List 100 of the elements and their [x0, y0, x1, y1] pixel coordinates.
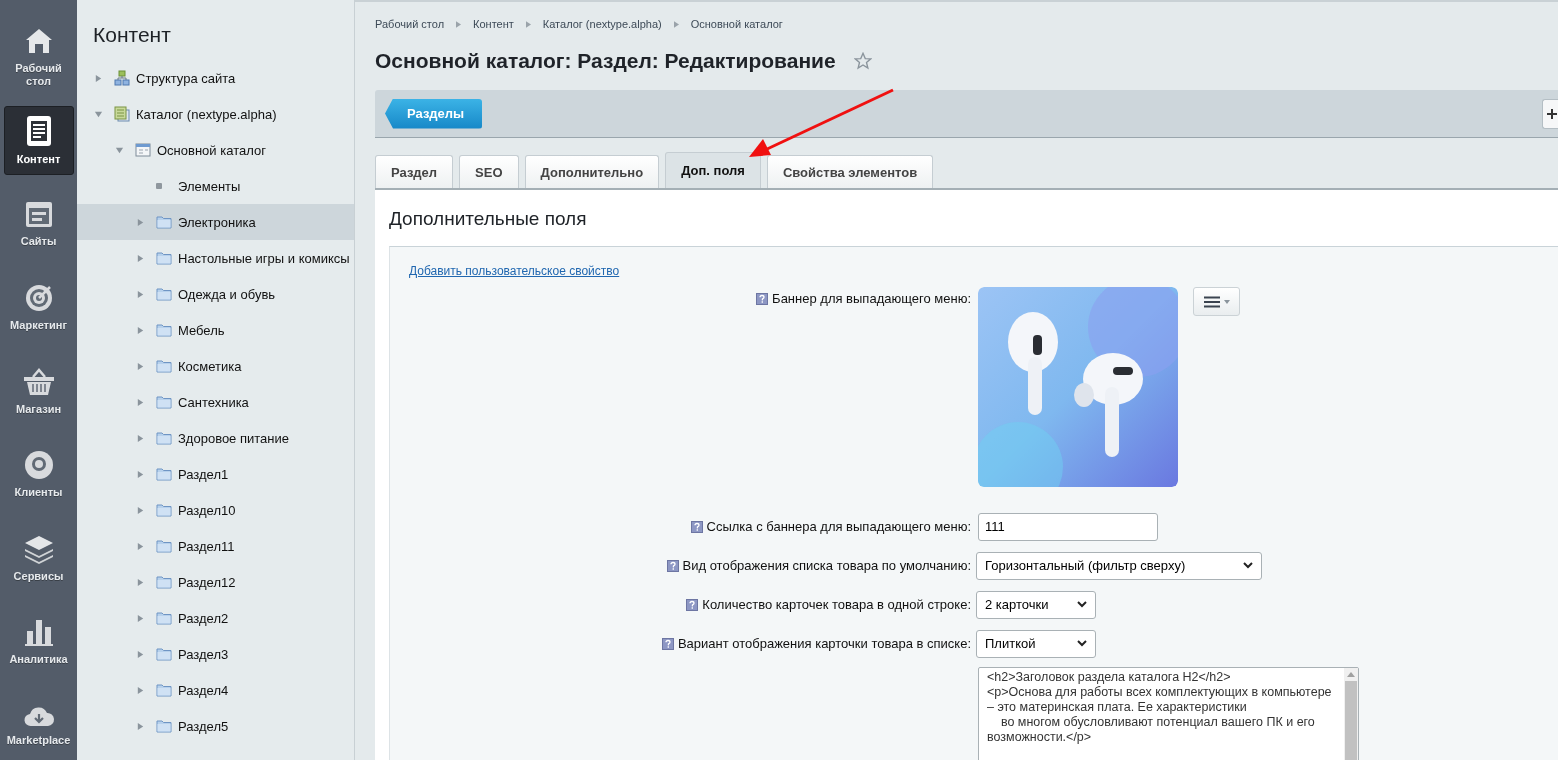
tree-item[interactable]: Элементы	[77, 168, 354, 204]
help-icon[interactable]	[690, 520, 703, 533]
expand-arrow-icon[interactable]	[136, 361, 145, 371]
tree-item[interactable]: Настольные игры и комиксы	[77, 240, 354, 276]
field-label: Вариант отображения карточки товара в списке:	[677, 636, 971, 651]
expand-arrow-icon[interactable]	[136, 613, 145, 623]
tree-item[interactable]: Раздел1	[77, 456, 354, 492]
tree-item[interactable]: Электроника	[77, 204, 354, 240]
dropdown[interactable]: 2 карточки	[976, 590, 1096, 619]
tab[interactable]: Свойства элементов	[766, 155, 934, 188]
tree-item[interactable]: Раздел12	[77, 564, 354, 600]
expand-arrow-icon[interactable]	[136, 433, 145, 443]
expand-arrow-icon[interactable]	[136, 325, 145, 335]
menu-button[interactable]	[1193, 287, 1240, 316]
breadcrumb-separator-icon	[456, 20, 462, 28]
tree-item[interactable]: Одежда и обувь	[77, 276, 354, 312]
bullet-icon	[156, 183, 162, 189]
expand-arrow-icon[interactable]	[136, 253, 145, 263]
breadcrumb-link[interactable]: Контент	[473, 18, 514, 30]
catalog-icon	[114, 106, 130, 122]
tree-item[interactable]: Каталог (nextype.alpha)	[77, 96, 354, 132]
nav-item[interactable]: Рабочий стол	[3, 22, 74, 92]
nav-item[interactable]: Магазин	[3, 356, 74, 426]
field-label: Количество карточек товара в одной строке:	[702, 597, 971, 612]
tree-item[interactable]: Раздел4	[77, 672, 354, 708]
tree-item[interactable]: Сантехника	[77, 384, 354, 420]
folder-icon	[156, 539, 172, 553]
nav-item[interactable]: Контент	[3, 105, 74, 176]
help-icon[interactable]	[686, 598, 699, 611]
chevron-down-icon	[1077, 640, 1087, 647]
chevron-down-icon	[1243, 562, 1253, 569]
dropdown[interactable]: Горизонтальный (фильтр сверху)	[976, 551, 1262, 580]
expand-arrow-icon[interactable]	[136, 397, 145, 407]
nav-item[interactable]: Сервисы	[3, 523, 74, 593]
nav-item[interactable]: Маркетинг	[3, 272, 74, 343]
folder-icon	[156, 719, 172, 733]
folder-icon	[156, 503, 172, 517]
sitemap-icon	[114, 70, 130, 86]
tree-item[interactable]: Мебель	[77, 312, 354, 348]
help-icon[interactable]	[661, 637, 674, 650]
field-label: Вид отображения списка товара по умолчанию:	[682, 558, 971, 573]
folder-icon	[156, 323, 172, 337]
nav-item[interactable]: Сайты	[3, 189, 74, 259]
help-icon[interactable]	[666, 559, 679, 572]
breadcrumb-link[interactable]: Основной каталог	[690, 18, 783, 30]
tree-item[interactable]: Основной каталог	[77, 132, 354, 168]
folder-icon	[156, 359, 172, 373]
tab[interactable]: Раздел	[375, 155, 454, 188]
scroll-up-arrow-icon[interactable]	[1347, 672, 1355, 677]
tree-item[interactable]: Раздел11	[77, 528, 354, 564]
help-icon[interactable]	[756, 292, 769, 305]
nav-item[interactable]: Аналитика	[3, 606, 74, 677]
expand-arrow-icon[interactable]	[136, 685, 145, 695]
tree-item[interactable]: Раздел3	[77, 636, 354, 672]
scrollbar[interactable]	[1344, 668, 1358, 760]
expand-arrow-icon[interactable]	[136, 469, 145, 479]
tree-item[interactable]: Структура сайта	[77, 60, 354, 96]
text-field[interactable]: 111	[978, 512, 1158, 541]
nav-item[interactable]: Клиенты	[3, 439, 74, 510]
calendar-icon	[23, 199, 54, 230]
tree-item[interactable]: Раздел10	[77, 492, 354, 528]
field-label: Ссылка с баннера для выпадающего меню:	[706, 519, 971, 534]
breadcrumb-separator-icon	[673, 20, 679, 28]
tree-item[interactable]: Здоровое питание	[77, 420, 354, 456]
field-label: Баннер для выпадающего меню:	[772, 291, 971, 306]
folder-icon	[156, 647, 172, 661]
expand-arrow-icon[interactable]	[136, 577, 145, 587]
text-area[interactable]: <h2>Заголовок раздела каталога H2</h2> <p>Основа для работы всех комплектующих в компьютере – это материнская плата. Ее характеристики во многом обусловливают потенциал вашего ПК и его возможности.</p>	[978, 667, 1359, 760]
star-icon[interactable]	[853, 52, 872, 70]
tree-item[interactable]: Раздел2	[77, 600, 354, 636]
expand-arrow-icon[interactable]	[94, 73, 103, 83]
folder-icon	[156, 683, 172, 697]
expand-arrow-icon[interactable]	[136, 649, 145, 659]
tab[interactable]: Доп. поля	[665, 152, 761, 188]
page-title: Основной каталог: Раздел: Редактирование	[375, 49, 836, 73]
expand-arrow-icon[interactable]	[136, 217, 145, 227]
expand-arrow-icon[interactable]	[136, 541, 145, 551]
tree-item[interactable]: Косметика	[77, 348, 354, 384]
expand-arrow-icon[interactable]	[136, 721, 145, 731]
add-property-link[interactable]: Добавить пользовательское свойство	[409, 264, 620, 278]
folder-icon	[156, 431, 172, 445]
menu-icon	[1202, 295, 1231, 308]
folder-icon	[156, 395, 172, 409]
folder-icon	[156, 251, 172, 265]
tab[interactable]: SEO	[459, 155, 519, 188]
nav-item[interactable]: Marketplace	[3, 690, 74, 760]
bar-chart-icon	[23, 617, 54, 648]
breadcrumb-link[interactable]: Каталог (nextype.alpha)	[542, 18, 662, 30]
add-button[interactable]	[1542, 98, 1558, 129]
expand-arrow-icon[interactable]	[136, 289, 145, 299]
breadcrumb-link[interactable]: Рабочий стол	[375, 18, 445, 30]
sidebar-title: Контент	[92, 22, 172, 48]
expand-arrow-icon[interactable]	[136, 505, 145, 515]
tree-item[interactable]: Раздел5	[77, 708, 354, 744]
basket-icon	[22, 366, 55, 397]
tab[interactable]: Дополнительно	[524, 155, 660, 188]
folder-icon	[156, 611, 172, 625]
dropdown[interactable]: Плиткой	[976, 629, 1096, 658]
collapse-arrow-icon[interactable]	[94, 109, 103, 119]
collapse-arrow-icon[interactable]	[115, 145, 124, 155]
